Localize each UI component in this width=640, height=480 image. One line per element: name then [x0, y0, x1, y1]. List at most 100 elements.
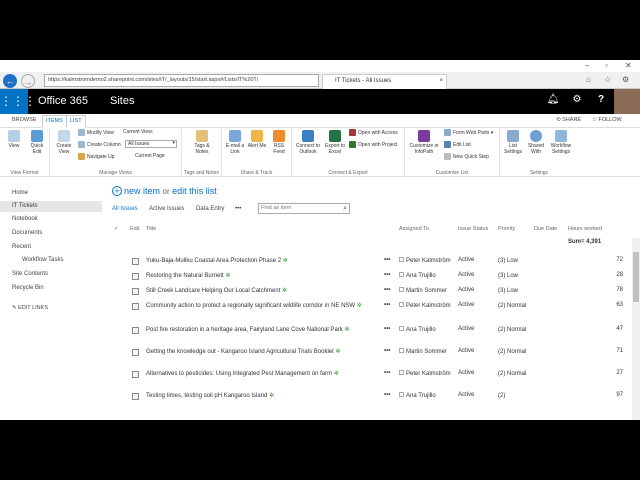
gear-icon[interactable]: ⚙ — [568, 94, 586, 105]
row-assigned[interactable]: Martin Sommer — [399, 287, 447, 294]
row-assigned[interactable]: Peter Kalmström — [399, 302, 451, 309]
favorites-icon[interactable]: ☆ — [604, 75, 611, 84]
row-menu-button[interactable]: ••• — [384, 302, 390, 308]
create-view-button[interactable]: Create View — [53, 130, 75, 155]
help-icon[interactable]: ? — [592, 94, 610, 105]
add-icon[interactable]: + — [112, 186, 122, 196]
modify-view-button[interactable]: Modify View — [78, 129, 114, 136]
forward-icon[interactable]: → — [21, 74, 35, 88]
row-title[interactable]: Getting the knowledge out - Kangaroo Isl… — [146, 348, 376, 356]
col-title[interactable]: Title — [146, 226, 156, 232]
back-icon[interactable]: ← — [3, 74, 17, 88]
select-all-check[interactable]: ✓ — [114, 226, 119, 232]
nav-documents[interactable]: Documents — [12, 230, 42, 236]
connect-outlook-button[interactable]: Connect to Outlook — [294, 130, 322, 155]
list-settings-button[interactable]: List Settings — [502, 130, 524, 155]
row-assigned[interactable]: Peter Kalmström — [399, 370, 451, 377]
view-active-issues[interactable]: Active Issues — [149, 206, 184, 212]
office365-brand[interactable]: Office 365 — [38, 95, 88, 107]
avatar[interactable] — [614, 89, 640, 114]
export-excel-button[interactable]: Export to Excel — [323, 130, 347, 155]
row-menu-button[interactable]: ••• — [384, 272, 390, 278]
outlook-icon — [302, 130, 314, 142]
new-quick-step-button[interactable]: New Quick Step — [444, 153, 489, 160]
tags-notes-button[interactable]: Tags & Notes — [188, 130, 216, 155]
row-menu-button[interactable]: ••• — [384, 392, 390, 398]
row-assigned[interactable]: Martin Sommer — [399, 348, 447, 355]
search-input[interactable]: Find an item ⌕ — [258, 203, 350, 214]
email-link-button[interactable]: E-mail a Link — [225, 130, 245, 155]
open-access-button[interactable]: Open with Access — [349, 129, 398, 136]
tab-close-icon[interactable]: × — [439, 75, 443, 88]
row-menu-button[interactable]: ••• — [384, 370, 390, 376]
nav-recent[interactable]: Recent — [12, 244, 31, 250]
row-assigned[interactable]: Ana Trujillo — [399, 326, 436, 333]
nav-site-contents[interactable]: Site Contents — [12, 271, 48, 277]
col-assigned-to[interactable]: Assigned To — [399, 226, 429, 232]
edit-list-button[interactable]: Edit List — [444, 141, 471, 148]
col-due-date[interactable]: Due Date — [534, 226, 557, 232]
current-page-label[interactable]: Current Page — [135, 153, 165, 159]
row-menu-button[interactable]: ••• — [384, 326, 390, 332]
edit-links-button[interactable]: ✎ EDIT LINKS — [12, 305, 48, 311]
view-data-entry[interactable]: Data Entry — [196, 206, 224, 212]
notifications-bell-icon[interactable]: 🔔︎ — [544, 94, 562, 105]
tab-list[interactable]: LIST — [66, 115, 86, 128]
navigate-up-button[interactable]: Navigate Up — [78, 153, 115, 160]
workflow-settings-button[interactable]: Workflow Settings — [547, 130, 575, 155]
form-web-parts-button[interactable]: Form Web Parts ▾ — [444, 129, 493, 136]
row-assigned[interactable]: Ana Trujillo — [399, 272, 436, 279]
shared-with-button[interactable]: Shared With — [525, 130, 547, 155]
minimize-icon[interactable]: – — [585, 61, 589, 70]
nav-notebook[interactable]: Notebook — [12, 216, 38, 222]
tab-items[interactable]: ITEMS — [42, 115, 67, 128]
browser-tab[interactable]: IT Tickets - All Issues × — [322, 74, 447, 89]
row-title[interactable]: Yuku-Baja-Muliku Coastal Area Protection… — [146, 257, 376, 265]
nav-recycle-bin[interactable]: Recycle Bin — [12, 285, 44, 291]
row-title[interactable]: Testing times, testing soil pH Kangaroo … — [146, 392, 376, 400]
nav-home[interactable]: Home — [12, 190, 28, 196]
close-window-icon[interactable]: ✕ — [625, 61, 632, 70]
row-title[interactable]: Post fire restoration in a heritage area… — [146, 326, 376, 334]
sites-link[interactable]: Sites — [110, 95, 134, 107]
app-launcher-icon[interactable]: ⋮⋮⋮ — [0, 89, 36, 114]
row-title[interactable]: Alternatives to pesticides: Using Integr… — [146, 370, 376, 378]
quick-edit-button[interactable]: Quick Edit — [26, 130, 48, 155]
home-icon[interactable]: ⌂ — [586, 75, 591, 84]
nav-it-tickets[interactable]: IT Tickets — [0, 201, 102, 212]
view-all-issues[interactable]: All Issues — [112, 206, 138, 212]
alert-me-button[interactable]: Alert Me — [247, 130, 267, 149]
restore-icon[interactable]: ▫ — [605, 61, 608, 70]
col-issue-status[interactable]: Issue Status — [458, 226, 488, 232]
scroll-thumb[interactable] — [633, 252, 639, 302]
url-field[interactable]: https://kalmstromdemo2.sharepoint.com/si… — [44, 74, 319, 87]
settings-icon[interactable]: ⚙ — [622, 75, 629, 84]
row-menu-button[interactable]: ••• — [384, 257, 390, 263]
customize-infopath-button[interactable]: Customize in InfoPath — [407, 130, 441, 155]
col-priority[interactable]: Priority — [498, 226, 515, 232]
follow-button[interactable]: ☆ FOLLOW — [592, 117, 622, 123]
row-menu-button[interactable]: ••• — [384, 287, 390, 293]
row-assigned[interactable]: Peter Kalmström — [399, 257, 451, 264]
new-item-link[interactable]: new item — [124, 186, 160, 196]
create-column-button[interactable]: Create Column — [78, 141, 121, 148]
edit-list-link[interactable]: edit this list — [172, 186, 217, 196]
open-project-button[interactable]: Open with Project — [349, 141, 397, 148]
share-button[interactable]: ⟲ SHARE — [556, 117, 581, 123]
current-view-select[interactable]: All Issues ▾ — [125, 140, 177, 148]
row-title[interactable]: Still Creek Landcare Helping Our Local C… — [146, 287, 376, 295]
row-assigned[interactable]: Ana Trujillo — [399, 392, 436, 399]
row-title[interactable]: Community action to protect a regionally… — [146, 302, 376, 310]
customize-list-label: Customize List — [435, 170, 469, 176]
col-hours-worked[interactable]: Hours worked — [568, 226, 602, 232]
search-icon[interactable]: ⌕ — [343, 204, 347, 213]
row-title[interactable]: Restoring the Natural Burnett ✲ — [146, 272, 376, 280]
more-views-button[interactable]: ••• — [235, 206, 241, 212]
nav-workflow-tasks[interactable]: Workflow Tasks — [22, 257, 63, 263]
row-menu-button[interactable]: ••• — [384, 348, 390, 354]
rss-feed-button[interactable]: RSS Feed — [269, 130, 289, 155]
tab-browse[interactable]: BROWSE — [12, 117, 36, 123]
col-edit[interactable]: Edit — [130, 226, 139, 232]
vertical-scrollbar[interactable] — [632, 238, 640, 420]
view-button[interactable]: View — [4, 130, 24, 149]
